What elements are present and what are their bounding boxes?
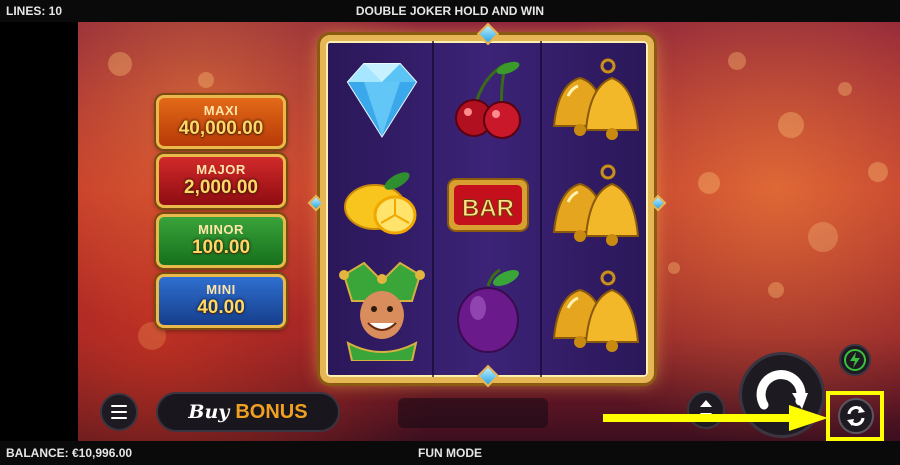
diamond-icon <box>346 63 418 138</box>
jackpot-mini-value: 40.00 <box>197 297 245 318</box>
top-bar: LINES: 10 DOUBLE JOKER HOLD AND WIN <box>0 0 900 22</box>
bells-icon <box>552 58 640 140</box>
symbol-joker <box>332 261 432 361</box>
symbol-bells <box>544 155 644 255</box>
jackpot-maxi-name: MAXI <box>203 103 239 118</box>
cherries-icon <box>455 61 521 139</box>
autoplay-refresh-icon <box>847 406 865 426</box>
jackpot-minor-name: MINOR <box>198 222 244 237</box>
bells-icon <box>552 270 640 352</box>
bar-text: BAR <box>462 195 514 222</box>
symbol-bells <box>544 49 644 149</box>
bottom-bar: BALANCE: €10,996.00 FUN MODE <box>0 441 900 465</box>
plum-icon <box>457 268 519 353</box>
reels-frame: BAR <box>320 35 654 383</box>
menu-button[interactable] <box>100 393 138 431</box>
bonus-label: BONUS <box>235 400 308 423</box>
autoplay-highlight <box>826 391 884 441</box>
bet-display <box>398 398 548 428</box>
hamburger-menu-icon <box>111 405 127 407</box>
jackpot-major-name: MAJOR <box>196 162 246 177</box>
buy-bonus-button[interactable]: Buy BONUS <box>156 392 340 432</box>
buy-label: Buy <box>188 401 230 423</box>
joker-icon <box>339 261 425 361</box>
jackpot-mini: MINI 40.00 <box>156 274 286 328</box>
symbol-lemon <box>332 155 432 255</box>
symbol-cherries <box>438 49 538 149</box>
symbol-plum <box>438 261 538 361</box>
symbol-diamond <box>332 49 432 149</box>
game-mode: FUN MODE <box>418 446 482 460</box>
jackpot-minor: MINOR 100.00 <box>156 214 286 268</box>
yellow-arrow-icon <box>603 405 828 431</box>
jackpot-maxi: MAXI 40,000.00 <box>156 95 286 149</box>
jackpot-maxi-value: 40,000.00 <box>178 118 264 139</box>
lemon-icon <box>344 172 417 235</box>
lightning-icon <box>844 349 866 371</box>
game-stage: MAXI 40,000.00 MAJOR 2,000.00 MINOR 100.… <box>78 22 900 441</box>
symbol-bar: BAR <box>438 155 538 255</box>
bells-icon <box>552 164 640 246</box>
jackpot-mini-name: MINI <box>206 282 236 297</box>
jackpot-major: MAJOR 2,000.00 <box>156 154 286 208</box>
turbo-button[interactable] <box>839 344 871 376</box>
symbol-bells <box>544 261 644 361</box>
bar-icon: BAR <box>447 178 529 232</box>
autoplay-button[interactable] <box>838 398 874 434</box>
jackpot-major-value: 2,000.00 <box>184 177 258 198</box>
game-title: DOUBLE JOKER HOLD AND WIN <box>355 4 545 18</box>
jackpot-minor-value: 100.00 <box>191 237 251 258</box>
